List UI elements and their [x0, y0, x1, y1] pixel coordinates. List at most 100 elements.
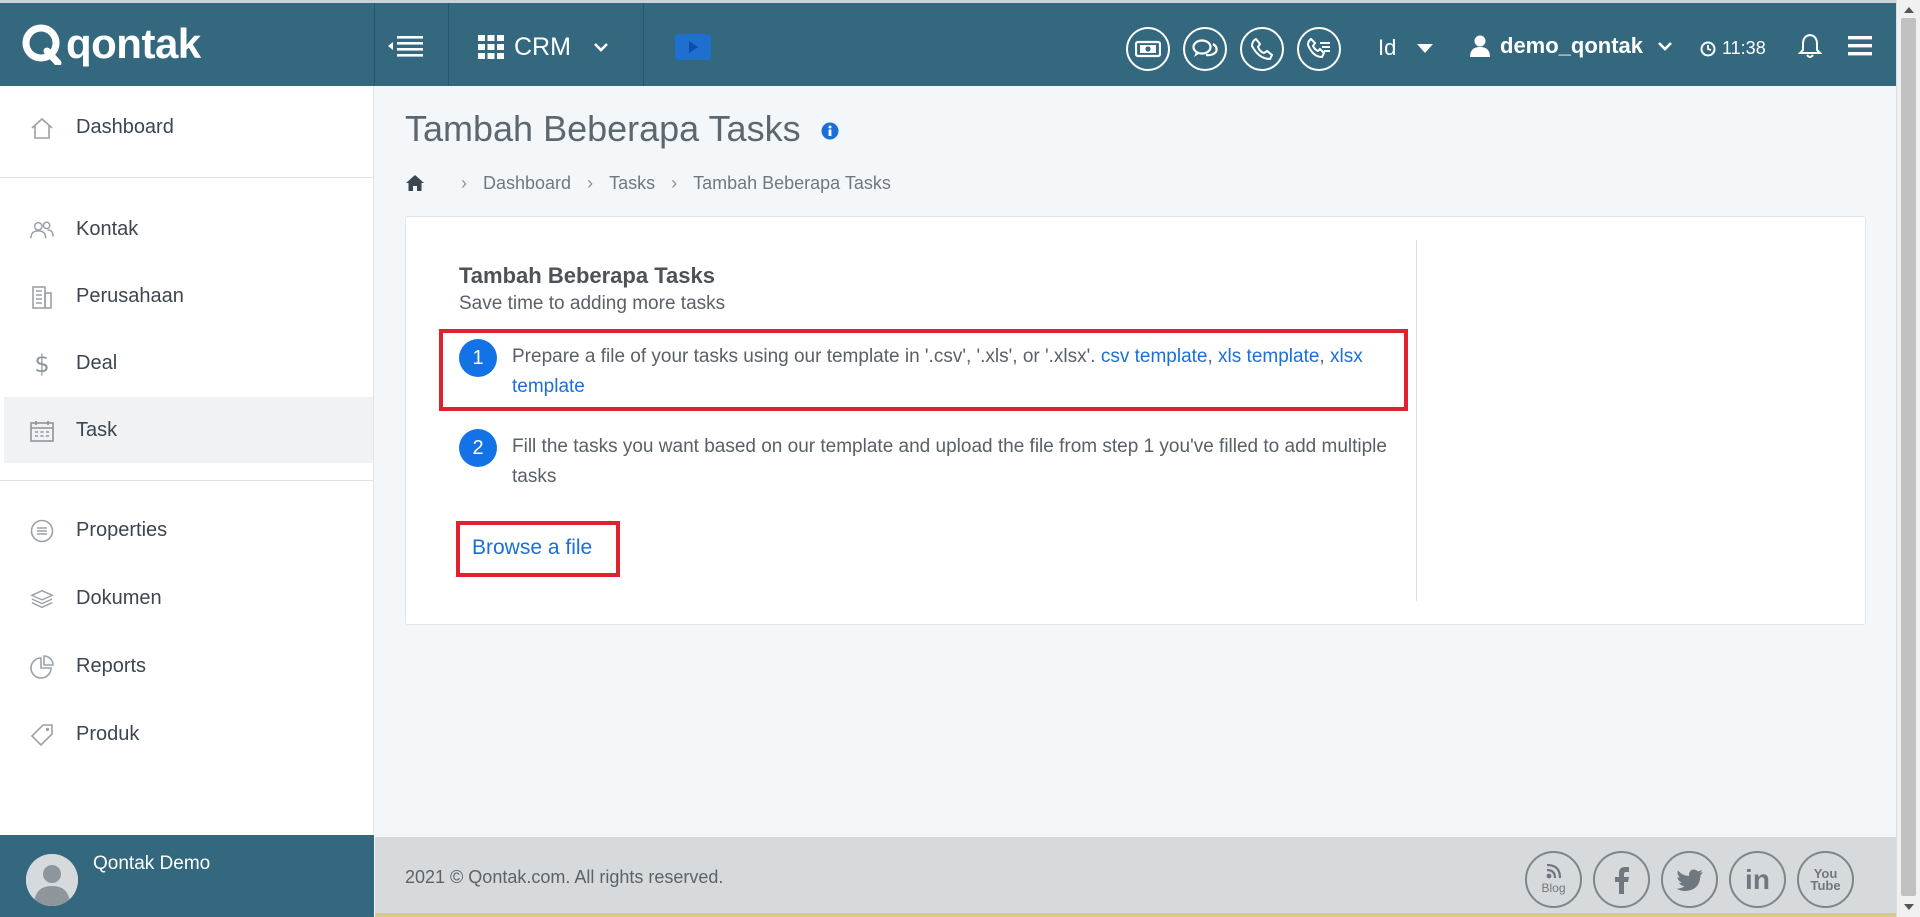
- browse-file-button[interactable]: Browse a file: [463, 527, 601, 569]
- import-tasks-card: Tambah Beberapa Tasks Save time to addin…: [405, 216, 1866, 625]
- sidebar-item-properties[interactable]: Properties: [4, 497, 373, 563]
- avatar: [26, 854, 78, 906]
- sidebar-item-label: Dokumen: [76, 586, 162, 609]
- sidebar-item-kontak[interactable]: Kontak: [4, 196, 373, 262]
- sidebar-item-deal[interactable]: $ Deal: [4, 330, 373, 396]
- qontak-logo[interactable]: qontak: [20, 20, 201, 68]
- sidebar-item-perusahaan[interactable]: Perusahaan: [4, 263, 373, 329]
- step-2-text: Fill the tasks you want based on our tem…: [512, 436, 1387, 487]
- sidebar-divider: [0, 177, 373, 178]
- scroll-up-arrow[interactable]: [1904, 7, 1914, 13]
- breadcrumb-current: Tambah Beberapa Tasks: [693, 172, 891, 193]
- step-1-text: Prepare a file of your tasks using our t…: [512, 342, 1392, 402]
- contacts-icon: [30, 218, 54, 242]
- page-scrollbar[interactable]: [1896, 0, 1920, 917]
- username-label: demo_qontak: [1500, 33, 1644, 58]
- phone-button[interactable]: [1240, 27, 1284, 71]
- comma-separator: ,: [1207, 346, 1219, 367]
- card-subtitle: Save time to adding more tasks: [459, 293, 726, 314]
- linkedin-link[interactable]: in: [1729, 851, 1786, 908]
- blog-link[interactable]: Blog: [1525, 851, 1582, 908]
- sidebar-item-reports[interactable]: Reports: [4, 633, 373, 699]
- step-1-instruction: Prepare a file of your tasks using our t…: [512, 346, 1101, 367]
- hamburger-icon: [1848, 36, 1872, 56]
- language-label: Id: [1378, 35, 1397, 60]
- sidebar-user-profile[interactable]: Qontak Demo: [0, 835, 374, 917]
- sidebar-divider: [0, 480, 373, 481]
- brand-name: qontak: [66, 20, 201, 67]
- caret-down-icon: [1417, 43, 1434, 53]
- scroll-down-arrow[interactable]: [1904, 904, 1914, 910]
- linkedin-icon: in: [1745, 863, 1770, 895]
- youtube-link[interactable]: You Tube: [1797, 851, 1854, 908]
- home-icon: [30, 116, 54, 140]
- call-log-button[interactable]: [1297, 27, 1341, 71]
- video-tutorial-button[interactable]: [675, 34, 711, 60]
- comma-separator: ,: [1319, 346, 1330, 367]
- money-icon: [1135, 40, 1161, 58]
- sidebar-item-label: Produk: [76, 722, 140, 745]
- chat-button[interactable]: [1183, 27, 1227, 71]
- copyright-text: 2021 © Qontak.com. All rights reserved.: [405, 867, 724, 887]
- sidebar-item-task[interactable]: Task: [4, 397, 373, 463]
- sidebar-item-label: Reports: [76, 654, 147, 677]
- scrollbar-thumb[interactable]: [1901, 18, 1916, 896]
- play-icon: [689, 41, 698, 53]
- step-number-badge: 2: [459, 429, 497, 467]
- user-avatar-icon: [26, 854, 78, 906]
- sidebar: Dashboard Kontak Perusahaan $ Deal Task …: [0, 86, 374, 835]
- clock-display: 11:38: [1700, 38, 1766, 59]
- calendar-icon: [30, 419, 54, 443]
- building-icon: [30, 285, 54, 309]
- top-divider: [374, 3, 375, 86]
- layers-icon: [30, 587, 54, 611]
- sidebar-item-label: Perusahaan: [76, 284, 184, 307]
- sidebar-user-name: Qontak Demo: [93, 853, 211, 874]
- info-icon[interactable]: [821, 122, 839, 145]
- sidebar-item-produk[interactable]: Produk: [4, 701, 373, 767]
- xls-template-link[interactable]: xls template: [1218, 346, 1319, 367]
- phone-icon: [1251, 38, 1273, 60]
- notifications-button[interactable]: [1797, 33, 1823, 64]
- card-divider: [1416, 240, 1417, 601]
- sidebar-item-label: Kontak: [76, 217, 139, 240]
- facebook-link[interactable]: [1593, 851, 1650, 908]
- sidebar-item-label: Properties: [76, 518, 168, 541]
- top-divider: [448, 3, 449, 86]
- app-switcher-label: CRM: [514, 32, 571, 61]
- breadcrumb-dashboard[interactable]: Dashboard: [483, 173, 571, 194]
- blog-label: Blog: [1541, 881, 1566, 895]
- twitter-link[interactable]: [1661, 851, 1718, 908]
- breadcrumb-separator: ›: [461, 172, 467, 193]
- sidebar-item-dashboard[interactable]: Dashboard: [4, 94, 373, 160]
- bell-icon: [1797, 33, 1823, 58]
- call-list-icon: [1307, 38, 1330, 59]
- pie-chart-icon: [30, 655, 54, 679]
- qontak-logo-icon: [22, 24, 62, 65]
- app-switcher[interactable]: CRM: [478, 29, 609, 65]
- language-selector[interactable]: Id: [1378, 35, 1434, 61]
- page-footer: 2021 © Qontak.com. All rights reserved. …: [375, 837, 1896, 917]
- billing-button[interactable]: [1126, 27, 1170, 71]
- sidebar-toggle-button[interactable]: [382, 29, 428, 63]
- clock-icon: [1700, 41, 1716, 56]
- csv-template-link[interactable]: csv template: [1101, 346, 1208, 367]
- twitter-icon: [1676, 869, 1703, 891]
- top-navbar: qontak CRM Id demo_qontak 11:38: [0, 0, 1896, 86]
- chevron-down-icon: [1658, 42, 1672, 51]
- breadcrumb-tasks[interactable]: Tasks: [609, 173, 655, 194]
- chevron-down-icon: [594, 43, 608, 52]
- clock-time: 11:38: [1722, 38, 1766, 58]
- page-title: Tambah Beberapa Tasks: [405, 108, 801, 149]
- sidebar-item-label: Dashboard: [76, 115, 174, 138]
- collapse-menu-icon: [388, 36, 423, 57]
- breadcrumb-separator: ›: [671, 172, 678, 193]
- breadcrumb-separator: ›: [587, 172, 594, 193]
- sidebar-item-dokumen[interactable]: Dokumen: [4, 565, 373, 631]
- user-menu[interactable]: demo_qontak: [1470, 33, 1673, 59]
- dollar-icon: $: [34, 350, 50, 378]
- sidebar-item-label: Deal: [76, 351, 118, 374]
- home-icon[interactable]: [405, 174, 425, 192]
- main-menu-button[interactable]: [1848, 36, 1872, 61]
- card-title: Tambah Beberapa Tasks: [459, 263, 715, 288]
